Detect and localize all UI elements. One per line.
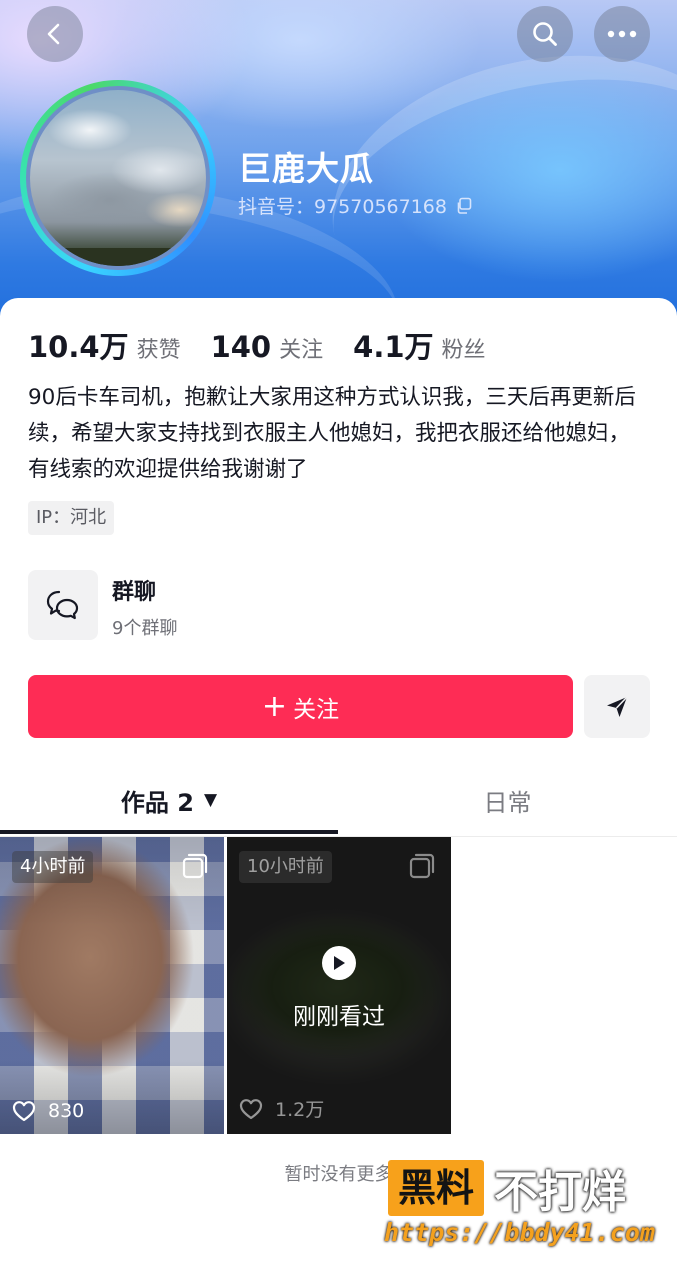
tab-works-label: 作品 2 xyxy=(120,788,194,817)
tab-daily[interactable]: 日常 xyxy=(338,768,677,832)
video-time-badge: 10小时前 xyxy=(239,851,332,883)
username: 巨鹿大瓜 xyxy=(238,149,374,188)
watermark-brand-text: 不打烊 xyxy=(494,1167,627,1218)
watermark-brand-box: 黑料 xyxy=(388,1160,485,1216)
chevron-left-icon xyxy=(47,23,60,45)
search-icon xyxy=(533,22,557,46)
stat-value: 140 xyxy=(210,330,272,364)
stat-value: 10.4万 xyxy=(28,330,129,364)
tab-works[interactable]: 作品 2 ▼ xyxy=(0,768,338,832)
search-button[interactable] xyxy=(517,6,573,62)
chat-bubbles-icon xyxy=(46,590,79,620)
ip-location-tag: IP：河北 xyxy=(28,501,115,535)
video-tile[interactable]: 4小时前 830 xyxy=(0,837,224,1134)
watermark-url: https://bbdy41.com xyxy=(384,1218,655,1247)
video-likes: 1.2万 xyxy=(239,1095,324,1122)
douyin-id[interactable]: 抖音号：97570567168 xyxy=(238,192,473,219)
play-icon xyxy=(322,946,356,980)
avatar-ring[interactable] xyxy=(20,80,216,276)
content-tabs: 作品 2 ▼ 日常 xyxy=(0,768,677,837)
caret-down-icon: ▼ xyxy=(203,790,218,810)
active-tab-indicator xyxy=(0,830,338,834)
watermark-logo: 黑料 不打烊 xyxy=(388,1160,626,1218)
group-chat-count: 9个群聊 xyxy=(112,618,178,639)
stat-label: 关注 xyxy=(279,338,324,363)
group-chat-icon-box[interactable] xyxy=(28,570,98,640)
video-time-badge: 4小时前 xyxy=(12,851,94,883)
stat-likes[interactable]: 10.4万 获赞 xyxy=(28,324,181,366)
heart-icon xyxy=(12,1101,36,1122)
profile-bio: 90后卡车司机，抱歉让大家用这种方式认识我，三天后再更新后续，希望大家支持找到衣… xyxy=(28,385,636,482)
group-chat-title[interactable]: 群聊 xyxy=(112,574,156,606)
back-button[interactable] xyxy=(27,6,83,62)
avatar xyxy=(30,90,206,266)
stat-following[interactable]: 140 关注 xyxy=(211,330,324,364)
follow-button[interactable]: + 关注 xyxy=(28,675,573,738)
follow-button-label: 关注 xyxy=(293,696,340,723)
profile-banner: 巨鹿大瓜 抖音号：97570567168 xyxy=(0,0,677,420)
stat-followers[interactable]: 4.1万 粉丝 xyxy=(353,324,485,366)
video-tile[interactable]: 10小时前 刚刚看过 1.2万 xyxy=(227,837,451,1134)
paper-plane-icon xyxy=(607,695,628,717)
tab-daily-label: 日常 xyxy=(483,788,532,817)
avatar-landscape xyxy=(30,248,206,266)
avatar-border xyxy=(26,86,210,270)
video-likes-count: 830 xyxy=(48,1100,85,1122)
send-message-button[interactable] xyxy=(584,675,650,738)
copy-icon[interactable] xyxy=(455,197,473,215)
profile-page: 巨鹿大瓜 抖音号：97570567168 10.4万 获赞 140 关注 4.1… xyxy=(0,0,677,1280)
recently-watched-label: 刚刚看过 xyxy=(293,1004,385,1030)
stat-label: 粉丝 xyxy=(441,338,486,363)
video-likes-count: 1.2万 xyxy=(275,1099,325,1121)
multi-image-icon xyxy=(409,853,435,879)
douyin-id-text: 抖音号：97570567168 xyxy=(238,196,447,218)
multi-image-icon xyxy=(182,853,208,879)
profile-card: 10.4万 获赞 140 关注 4.1万 粉丝 90后卡车司机，抱歉让大家用这种… xyxy=(0,298,677,1280)
stat-value: 4.1万 xyxy=(353,330,434,364)
stat-label: 获赞 xyxy=(136,338,181,363)
more-button[interactable] xyxy=(594,6,650,62)
more-dots-icon xyxy=(607,30,637,38)
profile-stats: 10.4万 获赞 140 关注 4.1万 粉丝 xyxy=(28,324,516,366)
heart-icon xyxy=(239,1098,263,1119)
video-likes: 830 xyxy=(12,1100,84,1122)
plus-icon: + xyxy=(261,688,288,724)
